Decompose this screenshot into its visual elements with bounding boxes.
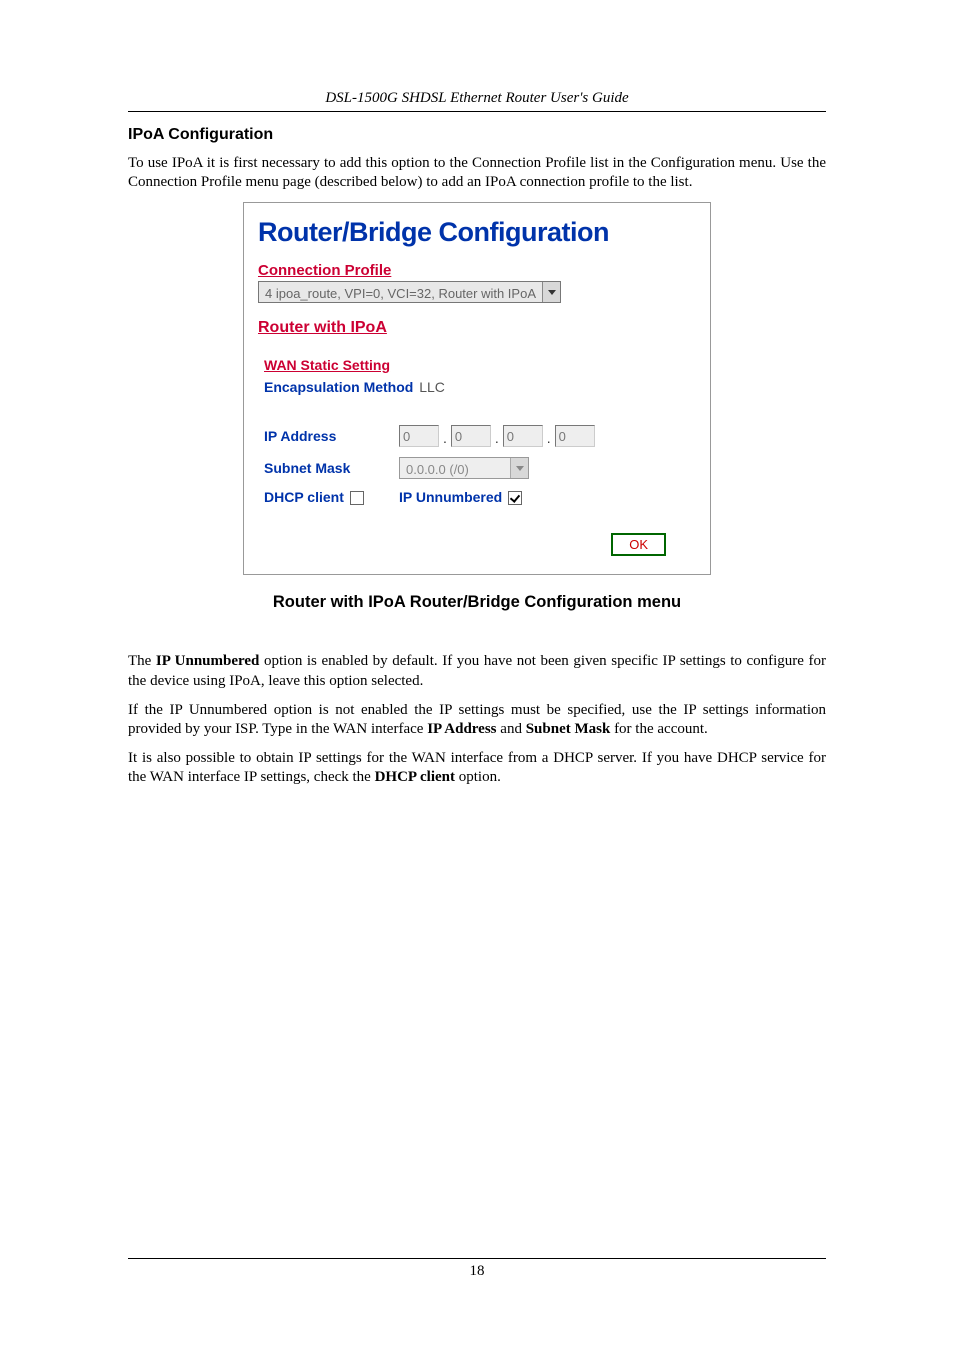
ip-address-group: . . . [399,425,696,447]
connection-profile-heading: Connection Profile [258,262,391,279]
config-panel: Router/Bridge Configuration Connection P… [243,202,711,575]
intro-paragraph: To use IPoA it is first necessary to add… [128,154,826,192]
encapsulation-value: LLC [419,379,445,395]
ip-octet-2[interactable] [451,425,491,447]
paragraph-ip-unnumbered: The IP Unnumbered option is enabled by d… [128,652,826,690]
paragraph-dhcp: It is also possible to obtain IP setting… [128,749,826,787]
section-heading: IPoA Configuration [128,126,826,144]
dhcp-client-checkbox[interactable] [350,491,364,505]
encapsulation-label: Encapsulation Method [264,379,413,395]
wan-static-setting-heading: WAN Static Setting [264,357,696,373]
ip-unnumbered-label: IP Unnumbered [399,489,502,505]
ip-octet-3[interactable] [503,425,543,447]
header-rule [128,111,826,112]
dot-icon: . [443,430,447,446]
ip-address-label: IP Address [264,428,399,444]
dot-icon: . [495,430,499,446]
doc-header: DSL-1500G SHDSL Ethernet Router User's G… [128,90,826,111]
chevron-down-icon [542,282,560,302]
panel-title: Router/Bridge Configuration [258,217,696,248]
ip-octet-1[interactable] [399,425,439,447]
subnet-mask-value: 0.0.0.0 (/0) [400,458,510,478]
connection-profile-value: 4 ipoa_route, VPI=0, VCI=32, Router with… [259,282,542,302]
subnet-mask-select[interactable]: 0.0.0.0 (/0) [399,457,529,479]
dhcp-client-label: DHCP client [264,489,344,505]
figure-caption: Router with IPoA Router/Bridge Configura… [128,593,826,612]
page-number: 18 [128,1263,826,1280]
connection-profile-dropdown[interactable]: 4 ipoa_route, VPI=0, VCI=32, Router with… [258,281,561,303]
footer-rule [128,1258,826,1259]
ip-unnumbered-checkbox[interactable] [508,491,522,505]
ok-button[interactable]: OK [611,533,666,556]
chevron-down-icon [510,458,528,478]
dot-icon: . [547,430,551,446]
paragraph-ip-settings: If the IP Unnumbered option is not enabl… [128,701,826,739]
encapsulation-row: Encapsulation Method LLC [264,379,696,395]
subnet-mask-label: Subnet Mask [264,460,399,476]
ip-octet-4[interactable] [555,425,595,447]
router-with-ipoa-heading: Router with IPoA [258,319,696,337]
